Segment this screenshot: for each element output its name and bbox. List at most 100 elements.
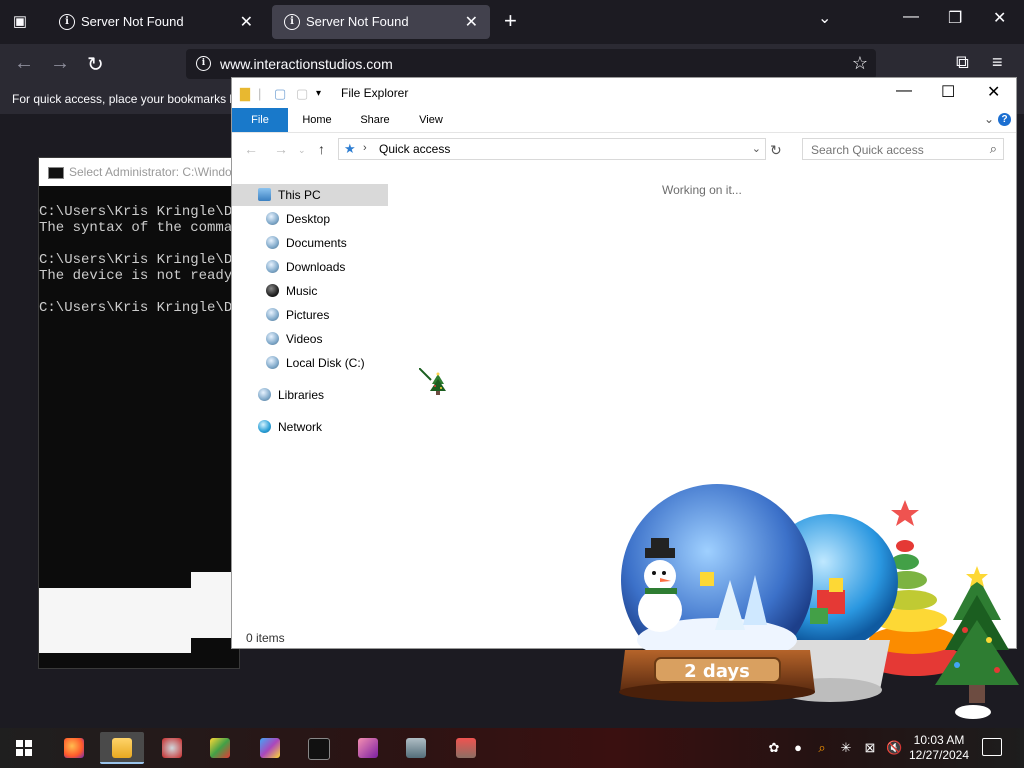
music-icon [266,284,279,297]
customize-quick-access-icon[interactable]: ▾ [316,88,321,99]
days-counter: 2 days [684,661,750,682]
taskbar-app-5[interactable] [248,732,292,764]
render-artifact [191,572,231,638]
recent-locations-icon[interactable]: ⌄ [298,145,306,156]
taskbar-file-explorer[interactable] [100,732,144,764]
taskbar-app-4[interactable] [198,732,242,764]
snowflake-icon[interactable]: ✳ [838,740,854,756]
refresh-icon[interactable]: ↻ [770,142,782,159]
minimize-icon[interactable]: — [903,8,919,26]
properties-icon[interactable]: ▢ [274,86,286,102]
search-box[interactable]: ⌕ [802,138,1004,161]
forward-icon[interactable]: → [274,141,288,157]
clock[interactable]: 10:03 AM 12/27/2024 [906,733,972,763]
reload-icon[interactable]: ↻ [87,52,104,77]
browser-tab-active[interactable]: i Server Not Found ✕ [272,5,490,39]
menu-icon[interactable]: ≡ [992,52,1003,73]
status-bar-count: 0 items [246,631,285,645]
chevron-down-icon[interactable]: ⌄ [818,8,831,28]
tab-title: Server Not Found [306,14,409,29]
expand-ribbon-icon[interactable]: ⌄ [984,112,994,126]
app-icon [406,738,426,758]
nav-label: Downloads [286,260,346,274]
address-row: ← → ⌄ ↑ ★ › Quick access ⌄ ↻ ⌕ [232,134,1016,164]
taskbar-command-prompt[interactable] [296,732,340,764]
breadcrumb-chevron-icon[interactable]: › [363,142,367,154]
help-icon[interactable]: ? [998,113,1011,126]
cmd-line: C:\Users\Kris Kringle\De [39,252,241,268]
volume-muted-icon[interactable]: 🔇 [886,740,902,756]
list-all-tabs-icon[interactable]: ▣ [8,10,32,34]
nav-label: Documents [286,236,347,250]
up-icon[interactable]: ↑ [318,141,325,157]
back-icon[interactable]: ← [14,52,34,75]
render-artifact [39,588,191,653]
taskbar-app-8[interactable] [394,732,438,764]
search-input[interactable] [803,139,988,161]
url-bar[interactable]: i www.interactionstudios.com ☆ [186,49,876,79]
nav-item-this-pc[interactable]: This PC [232,184,388,206]
command-prompt-window[interactable]: Select Administrator: C:\Windo C:\Users\… [38,157,241,669]
new-folder-icon[interactable]: ▢ [296,86,308,102]
navigation-pane: This PC Desktop Documents Downloads Musi… [232,178,392,638]
notifications-icon[interactable] [982,738,1002,756]
tab-file[interactable]: File [232,108,288,132]
cmd-line: The device is not ready. [39,268,241,284]
close-tab-icon[interactable]: ✕ [465,12,478,32]
bookmark-star-icon[interactable]: ☆ [852,53,868,74]
close-tab-icon[interactable]: ✕ [240,12,253,32]
loading-text: Working on it... [662,183,742,197]
taskbar-app-3[interactable] [150,732,194,764]
water-drop-icon[interactable]: ● [790,740,806,756]
extensions-icon[interactable]: ⧉ [956,52,969,73]
network-disconnected-icon[interactable]: ⊠ [862,740,878,756]
cmd-title-bar[interactable]: Select Administrator: C:\Windo [39,158,239,186]
divider: | [258,86,262,101]
tab-view[interactable]: View [406,108,456,132]
site-info-icon[interactable]: i [196,56,211,71]
libraries-icon [258,388,271,401]
app-icon [456,738,476,758]
browser-tab[interactable]: i Server Not Found ✕ [47,5,265,39]
search-tray-icon[interactable]: ⌕ [814,740,830,756]
nav-label: Libraries [278,388,325,402]
clock-time: 10:03 AM [913,733,965,747]
nav-label: Videos [286,332,323,346]
taskbar-app-9[interactable] [444,732,488,764]
taskbar-app-7[interactable] [346,732,390,764]
back-icon[interactable]: ← [244,141,258,157]
tree-cursor-icon [419,368,446,395]
downloads-icon [266,260,279,273]
app-icon [210,738,230,758]
new-tab-icon[interactable]: + [504,8,517,34]
quick-access-star-icon: ★ [344,141,356,156]
browser-tab-bar: ▣ i Server Not Found ✕ i Server Not Foun… [0,0,1024,44]
explorer-title-bar[interactable]: ▇ | ▢ ▢ ▾ File Explorer — ☐ ✕ [232,78,1016,108]
taskbar-firefox[interactable] [52,732,96,764]
tab-share[interactable]: Share [350,108,400,132]
maximize-icon[interactable]: ☐ [941,82,955,102]
tab-home[interactable]: Home [292,108,342,132]
restore-icon[interactable]: ❐ [948,8,962,28]
folder-icon [112,738,132,758]
taskbar: ✿ ● ⌕ ✳ ⊠ 🔇 10:03 AM 12/27/2024 [0,728,1024,768]
cmd-icon [308,738,330,760]
close-icon[interactable]: ✕ [987,82,1000,102]
tray-app-icon[interactable]: ✿ [766,740,782,756]
close-icon[interactable]: ✕ [993,8,1006,28]
address-bar[interactable]: ★ › Quick access ⌄ [338,138,766,160]
network-icon [258,420,271,433]
clock-date: 12/27/2024 [908,748,970,762]
minimize-icon[interactable]: — [896,82,912,100]
ribbon-tabs: File Home Share View ⌄ ? [232,108,1016,133]
snow-globe-widget: 2 days [619,484,1019,719]
breadcrumb-quick-access[interactable]: Quick access [379,142,450,156]
forward-icon[interactable]: → [50,52,70,75]
app-icon [260,738,280,758]
bookmarks-hint: For quick access, place your bookmarks h [12,92,237,106]
window-title: File Explorer [341,86,409,100]
windows-start-icon[interactable] [16,740,32,756]
address-dropdown-icon[interactable]: ⌄ [752,142,761,155]
url-text[interactable]: www.interactionstudios.com [220,56,393,72]
computer-icon [258,188,271,201]
